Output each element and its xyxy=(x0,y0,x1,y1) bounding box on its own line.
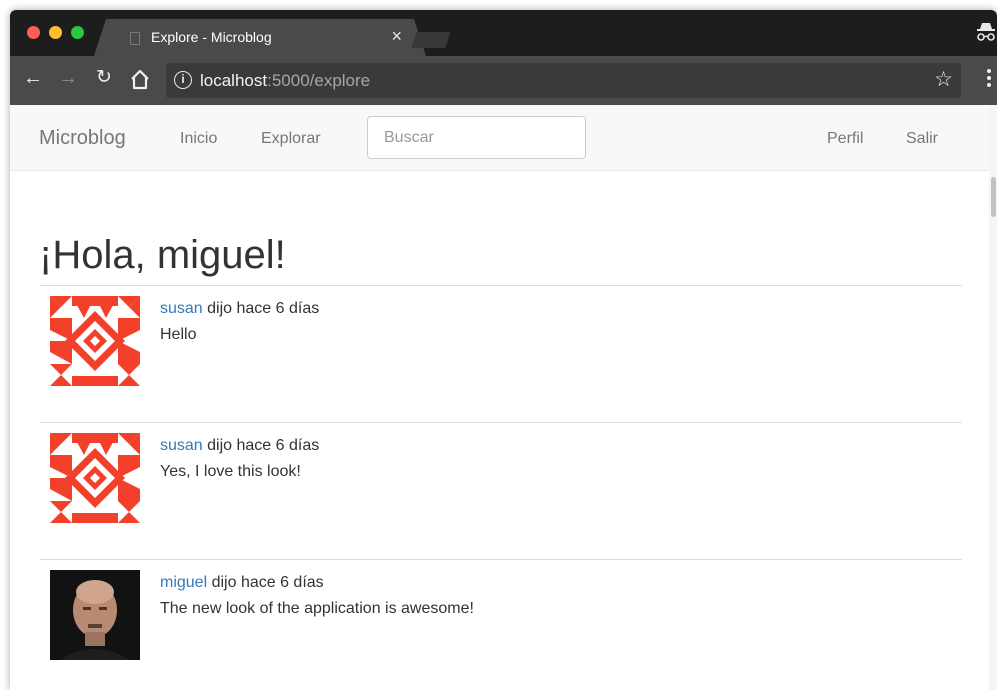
nav-link-explorar[interactable]: Explorar xyxy=(261,130,321,148)
post-author-link[interactable]: miguel xyxy=(160,574,207,591)
post-meta: susan dijo hace 6 días xyxy=(160,437,319,455)
menu-icon[interactable] xyxy=(987,69,991,89)
address-bar[interactable]: i localhost:5000/explore ☆ xyxy=(166,63,961,98)
identicon-avatar[interactable] xyxy=(50,433,140,523)
page-icon xyxy=(130,32,140,45)
post-body: Yes, I love this look! xyxy=(160,463,301,480)
scrollbar[interactable] xyxy=(989,105,997,690)
scrollbar-thumb[interactable] xyxy=(991,177,996,217)
url-text[interactable]: localhost:5000/explore xyxy=(200,71,370,91)
forward-arrow-icon[interactable]: → xyxy=(58,66,78,90)
nav-link-salir[interactable]: Salir xyxy=(906,130,938,148)
brand-link[interactable]: Microblog xyxy=(39,127,126,150)
post-item: susan dijo hace 6 días Yes, I love this … xyxy=(40,422,962,559)
post-meta: miguel dijo hace 6 días xyxy=(160,574,324,592)
post-meta: susan dijo hace 6 días xyxy=(160,300,319,318)
browser-window: Explore - Microblog × ← → ↻ i localhost:… xyxy=(10,10,997,690)
home-icon[interactable] xyxy=(129,68,151,92)
minimize-window-button[interactable] xyxy=(49,26,62,39)
nav-link-inicio[interactable]: Inicio xyxy=(180,130,217,148)
tab-bar: Explore - Microblog × xyxy=(10,10,997,56)
post-item: miguel dijo hace 6 días The new look of … xyxy=(40,559,962,690)
post-body: Hello xyxy=(160,326,197,343)
post-meta-text: dijo hace 6 días xyxy=(207,300,320,317)
back-arrow-icon[interactable]: ← xyxy=(23,66,43,90)
page-viewport: Microblog Inicio Explorar Perfil Salir ¡… xyxy=(10,105,997,690)
page-title: ¡Hola, miguel! xyxy=(39,233,286,277)
tab-close-icon[interactable]: × xyxy=(391,26,402,47)
post-body: The new look of the application is aweso… xyxy=(160,600,474,617)
site-navbar: Microblog Inicio Explorar Perfil Salir xyxy=(10,105,989,171)
close-window-button[interactable] xyxy=(27,26,40,39)
new-tab-button[interactable] xyxy=(411,32,451,48)
identicon-avatar[interactable] xyxy=(50,296,140,386)
nav-link-perfil[interactable]: Perfil xyxy=(827,130,863,148)
browser-tab[interactable]: Explore - Microblog × xyxy=(110,19,410,56)
post-meta-text: dijo hace 6 días xyxy=(207,437,320,454)
post-item: susan dijo hace 6 días Hello xyxy=(40,285,962,422)
url-host: localhost xyxy=(200,71,268,90)
post-meta-text: dijo hace 6 días xyxy=(211,574,324,591)
post-author-link[interactable]: susan xyxy=(160,437,203,454)
reload-icon[interactable]: ↻ xyxy=(96,66,112,90)
incognito-icon xyxy=(977,23,995,41)
info-icon[interactable]: i xyxy=(174,71,192,89)
star-icon[interactable]: ☆ xyxy=(934,67,953,92)
maximize-window-button[interactable] xyxy=(71,26,84,39)
browser-toolbar: ← → ↻ i localhost:5000/explore ☆ xyxy=(10,56,997,105)
user-photo-avatar[interactable] xyxy=(50,570,140,660)
url-path: :5000/explore xyxy=(267,71,371,90)
tab-title: Explore - Microblog xyxy=(151,29,272,45)
search-input[interactable] xyxy=(367,116,586,159)
post-author-link[interactable]: susan xyxy=(160,300,203,317)
